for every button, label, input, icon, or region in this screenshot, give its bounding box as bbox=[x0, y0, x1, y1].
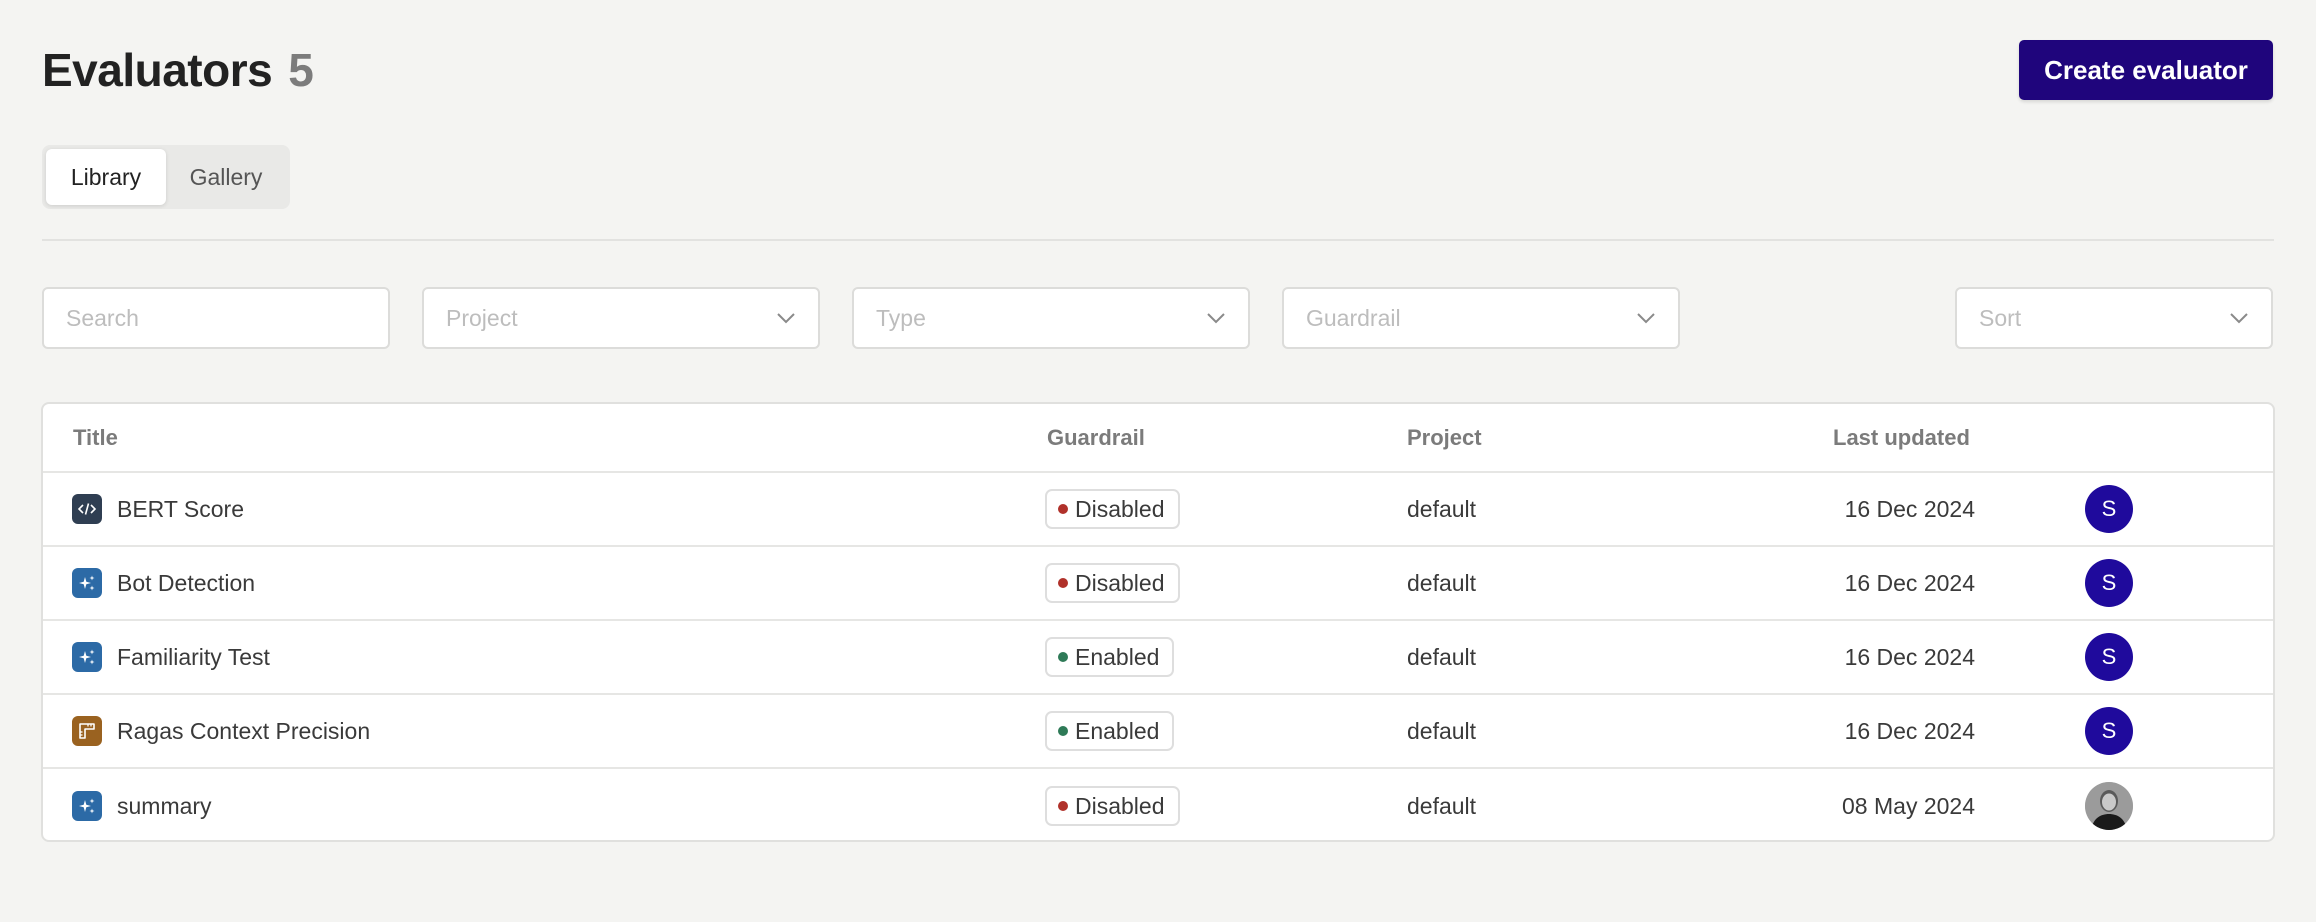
guardrail-cell: Enabled bbox=[1045, 621, 1175, 693]
title-cell: Ragas Context Precision bbox=[72, 695, 370, 767]
title-cell: summary bbox=[72, 769, 212, 840]
column-header-guardrail[interactable]: Guardrail bbox=[1047, 425, 1145, 451]
evaluator-count: 5 bbox=[288, 44, 314, 96]
guardrail-cell: Disabled bbox=[1045, 547, 1180, 619]
guardrail-status-badge: Disabled bbox=[1045, 786, 1180, 826]
sort-select[interactable]: Sort bbox=[1955, 287, 2273, 349]
type-select-placeholder: Type bbox=[876, 304, 926, 331]
project-select[interactable]: Project bbox=[422, 287, 820, 349]
evaluators-table: Title Guardrail Project Last updated BER… bbox=[41, 402, 2275, 842]
project-cell: default bbox=[1407, 792, 1477, 819]
project-cell: default bbox=[1407, 717, 1477, 744]
tab-gallery[interactable]: Gallery bbox=[166, 149, 286, 205]
guardrail-cell: Enabled bbox=[1045, 695, 1175, 767]
project-cell: default bbox=[1407, 495, 1477, 522]
last-updated-cell: 08 May 2024 bbox=[1842, 792, 1975, 819]
title-cell: BERT Score bbox=[72, 473, 244, 545]
status-dot bbox=[1058, 801, 1068, 811]
last-updated-cell: 16 Dec 2024 bbox=[1844, 643, 1975, 670]
guardrail-status-badge: Enabled bbox=[1045, 711, 1175, 751]
guardrail-status-badge: Enabled bbox=[1045, 637, 1175, 677]
chevron-down-icon bbox=[2230, 313, 2248, 324]
tab-library[interactable]: Library bbox=[46, 149, 166, 205]
guardrail-status-badge: Disabled bbox=[1045, 489, 1180, 529]
column-header-title[interactable]: Title bbox=[73, 425, 118, 451]
column-header-project[interactable]: Project bbox=[1407, 425, 1482, 451]
create-evaluator-button[interactable]: Create evaluator bbox=[2019, 40, 2273, 100]
status-dot bbox=[1058, 504, 1068, 514]
avatar[interactable]: S bbox=[2085, 559, 2133, 607]
table-body: BERT Score Disabled default 16 Dec 2024 … bbox=[43, 473, 2273, 840]
project-cell: default bbox=[1407, 569, 1477, 596]
search-input[interactable] bbox=[66, 304, 366, 332]
status-dot bbox=[1058, 652, 1068, 662]
owner-cell: S bbox=[2085, 547, 2133, 619]
guardrail-cell: Disabled bbox=[1045, 769, 1180, 840]
owner-cell: S bbox=[2085, 695, 2133, 767]
status-dot bbox=[1058, 726, 1068, 736]
page-title-text: Evaluators bbox=[42, 44, 273, 96]
page-title: Evaluators 5 bbox=[42, 40, 314, 100]
owner-cell bbox=[2085, 769, 2133, 840]
column-header-last-updated[interactable]: Last updated bbox=[1833, 425, 1970, 451]
table-row[interactable]: Bot Detection Disabled default 16 Dec 20… bbox=[43, 547, 2273, 621]
code-icon bbox=[72, 494, 102, 524]
table-row[interactable]: Familiarity Test Enabled default 16 Dec … bbox=[43, 621, 2273, 695]
evaluator-title[interactable]: BERT Score bbox=[117, 496, 244, 523]
guardrail-status-text: Enabled bbox=[1075, 717, 1160, 744]
last-updated-cell: 16 Dec 2024 bbox=[1844, 495, 1975, 522]
table-row[interactable]: Ragas Context Precision Enabled default … bbox=[43, 695, 2273, 769]
last-updated-cell: 16 Dec 2024 bbox=[1844, 569, 1975, 596]
sparkles-icon bbox=[72, 791, 102, 821]
chevron-down-icon bbox=[1207, 313, 1225, 324]
guardrail-status-badge: Disabled bbox=[1045, 563, 1180, 603]
chevron-down-icon bbox=[777, 313, 795, 324]
owner-cell: S bbox=[2085, 473, 2133, 545]
project-select-placeholder: Project bbox=[446, 304, 518, 331]
sparkles-icon bbox=[72, 642, 102, 672]
title-cell: Familiarity Test bbox=[72, 621, 270, 693]
search-field[interactable] bbox=[42, 287, 390, 349]
table-header: Title Guardrail Project Last updated bbox=[43, 404, 2273, 473]
avatar[interactable]: S bbox=[2085, 633, 2133, 681]
divider bbox=[42, 239, 2274, 241]
evaluator-title[interactable]: Ragas Context Precision bbox=[117, 718, 370, 745]
project-cell: default bbox=[1407, 643, 1477, 670]
avatar[interactable]: S bbox=[2085, 485, 2133, 533]
chevron-down-icon bbox=[1637, 313, 1655, 324]
avatar-photo[interactable] bbox=[2085, 782, 2133, 830]
view-tabs: Library Gallery bbox=[42, 145, 290, 209]
evaluator-title[interactable]: summary bbox=[117, 793, 212, 820]
guardrail-select-placeholder: Guardrail bbox=[1306, 304, 1401, 331]
type-select[interactable]: Type bbox=[852, 287, 1250, 349]
owner-cell: S bbox=[2085, 621, 2133, 693]
table-row[interactable]: summary Disabled default 08 May 2024 bbox=[43, 769, 2273, 840]
table-row[interactable]: BERT Score Disabled default 16 Dec 2024 … bbox=[43, 473, 2273, 547]
status-dot bbox=[1058, 578, 1068, 588]
guardrail-select[interactable]: Guardrail bbox=[1282, 287, 1680, 349]
guardrail-status-text: Disabled bbox=[1075, 792, 1165, 819]
evaluator-title[interactable]: Familiarity Test bbox=[117, 644, 270, 671]
avatar[interactable]: S bbox=[2085, 707, 2133, 755]
evaluator-title[interactable]: Bot Detection bbox=[117, 570, 255, 597]
guardrail-status-text: Disabled bbox=[1075, 569, 1165, 596]
last-updated-cell: 16 Dec 2024 bbox=[1844, 717, 1975, 744]
title-cell: Bot Detection bbox=[72, 547, 255, 619]
guardrail-cell: Disabled bbox=[1045, 473, 1180, 545]
guardrail-status-text: Enabled bbox=[1075, 643, 1160, 670]
guardrail-status-text: Disabled bbox=[1075, 495, 1165, 522]
sort-select-placeholder: Sort bbox=[1979, 304, 2022, 331]
ruler-icon bbox=[72, 716, 102, 746]
sparkles-icon bbox=[72, 568, 102, 598]
